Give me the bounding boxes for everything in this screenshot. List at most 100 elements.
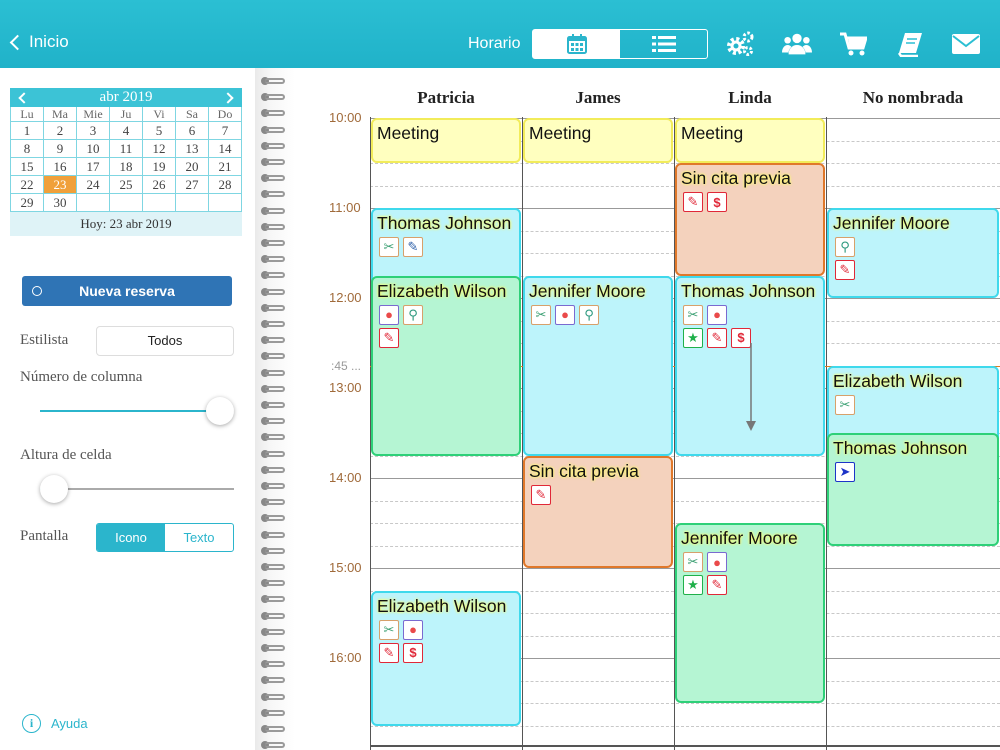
calendar-day[interactable]: 29 bbox=[11, 194, 44, 212]
calendar-day[interactable]: 6 bbox=[176, 122, 209, 140]
spiral-ring bbox=[261, 724, 285, 734]
calendar-day[interactable]: 19 bbox=[143, 158, 176, 176]
calendar-view-button[interactable] bbox=[533, 30, 620, 58]
settings-button[interactable] bbox=[725, 30, 755, 58]
new-booking-label: Nueva reserva bbox=[79, 283, 175, 299]
spiral-ring bbox=[261, 206, 285, 216]
stylist-select[interactable]: Todos bbox=[96, 326, 234, 356]
back-button[interactable]: Inicio bbox=[9, 32, 69, 52]
calendar-day[interactable]: 17 bbox=[77, 158, 110, 176]
appointment-card[interactable]: Sin cita previa ✎ bbox=[523, 455, 673, 568]
help-link[interactable]: i Ayuda bbox=[22, 714, 88, 733]
list-view-button[interactable] bbox=[620, 30, 707, 58]
list-icon bbox=[651, 36, 676, 52]
scissors-icon: ✂ bbox=[379, 237, 399, 257]
schedule-grid: Patricia James Linda No nombrada 10:00 11… bbox=[295, 68, 1000, 750]
spiral-binding bbox=[255, 68, 295, 750]
spiral-ring bbox=[261, 368, 285, 378]
calendar-day[interactable]: 12 bbox=[143, 140, 176, 158]
shop-button[interactable] bbox=[838, 30, 868, 58]
calendar-day[interactable]: 24 bbox=[77, 176, 110, 194]
appointment-icons: ✂ ● ⚲ bbox=[525, 302, 671, 325]
time-label: 11:00 bbox=[329, 200, 361, 215]
display-text-option[interactable]: Texto bbox=[165, 524, 233, 551]
appointment-card[interactable]: Elizabeth Wilson ✂ ● ✎ $ bbox=[371, 590, 521, 726]
calendar-day[interactable]: 13 bbox=[176, 140, 209, 158]
column-header-patricia[interactable]: Patricia bbox=[370, 88, 522, 108]
calendar-day[interactable]: 30 bbox=[44, 194, 77, 212]
display-icon-option[interactable]: Icono bbox=[97, 524, 165, 551]
records-button[interactable] bbox=[895, 30, 925, 58]
appointment-card[interactable]: Jennifer Moore ✂ ● ★ ✎ bbox=[675, 523, 825, 703]
today-label[interactable]: Hoy: 23 abr 2019 bbox=[10, 212, 242, 236]
spiral-ring bbox=[261, 384, 285, 394]
calendar-day[interactable]: 7 bbox=[209, 122, 242, 140]
calendar-day[interactable]: 23 bbox=[44, 176, 77, 194]
appointment-card[interactable]: Meeting bbox=[371, 118, 521, 163]
spiral-ring bbox=[261, 594, 285, 604]
top-bar: Inicio Horario bbox=[0, 0, 1000, 68]
cell-height-slider[interactable] bbox=[40, 475, 234, 503]
slider-knob[interactable] bbox=[206, 397, 234, 425]
mail-button[interactable] bbox=[951, 30, 981, 58]
appointment-card[interactable]: Meeting bbox=[675, 118, 825, 163]
prev-month-icon[interactable] bbox=[18, 91, 30, 104]
calendar-day[interactable]: 1 bbox=[11, 122, 44, 140]
appointment-title: Meeting bbox=[377, 123, 440, 143]
appointment-card[interactable]: Sin cita previa ✎ $ bbox=[675, 163, 825, 276]
appointment-card[interactable]: Meeting bbox=[523, 118, 673, 163]
ring-wire bbox=[265, 386, 285, 392]
ring-wire bbox=[265, 208, 285, 214]
calendar-day[interactable]: 3 bbox=[77, 122, 110, 140]
calendar-day[interactable]: 28 bbox=[209, 176, 242, 194]
calendar-day[interactable]: 21 bbox=[209, 158, 242, 176]
spiral-ring bbox=[261, 546, 285, 556]
time-label: 12:00 bbox=[329, 290, 362, 305]
drop-icon: ● bbox=[707, 304, 727, 325]
column-header-unnamed[interactable]: No nombrada bbox=[826, 88, 1000, 108]
calendar-day[interactable]: 4 bbox=[110, 122, 143, 140]
calendar-day[interactable]: 8 bbox=[11, 140, 44, 158]
calendar-day[interactable]: 20 bbox=[176, 158, 209, 176]
appointment-card[interactable]: Jennifer Moore ⚲ ✎ bbox=[827, 208, 999, 298]
calendar-day[interactable]: 25 bbox=[110, 176, 143, 194]
calendar-day[interactable]: 10 bbox=[77, 140, 110, 158]
appointment-card[interactable]: Thomas Johnson ➤ bbox=[827, 433, 999, 546]
ring-wire bbox=[265, 94, 285, 100]
calendar-day[interactable]: 14 bbox=[209, 140, 242, 158]
appointment-title: Thomas Johnson bbox=[833, 438, 968, 458]
calendar-day[interactable]: 2 bbox=[44, 122, 77, 140]
next-month-icon[interactable] bbox=[222, 91, 234, 104]
appointment-card[interactable]: Elizabeth Wilson ● ⚲ ✎ bbox=[371, 275, 521, 456]
slider-knob[interactable] bbox=[40, 475, 68, 503]
calendar-day[interactable]: 15 bbox=[11, 158, 44, 176]
appointment-title: Elizabeth Wilson bbox=[377, 280, 507, 301]
calendar-day[interactable]: 16 bbox=[44, 158, 77, 176]
ring-wire bbox=[265, 451, 285, 457]
ring-wire bbox=[265, 499, 285, 505]
ring-wire bbox=[265, 191, 285, 197]
calendar-day[interactable]: 18 bbox=[110, 158, 143, 176]
columns-slider[interactable] bbox=[40, 397, 234, 425]
calendar-day[interactable]: 26 bbox=[143, 176, 176, 194]
calendar-day[interactable]: 27 bbox=[176, 176, 209, 194]
ring-wire bbox=[265, 710, 285, 716]
users-icon bbox=[782, 33, 812, 55]
edit-icon: ✎ bbox=[683, 192, 703, 212]
calendar-day[interactable]: 11 bbox=[110, 140, 143, 158]
quarter-line bbox=[370, 725, 1000, 727]
column-header-linda[interactable]: Linda bbox=[674, 88, 826, 108]
ring-wire bbox=[265, 596, 285, 602]
spiral-ring bbox=[261, 351, 285, 361]
calendar-day[interactable]: 22 bbox=[11, 176, 44, 194]
calendar-day[interactable]: 5 bbox=[143, 122, 176, 140]
calendar-day[interactable]: 9 bbox=[44, 140, 77, 158]
staff-button[interactable] bbox=[782, 30, 812, 58]
column-header-james[interactable]: James bbox=[522, 88, 674, 108]
ring-wire bbox=[265, 256, 285, 262]
time-label: 10:00 bbox=[329, 110, 362, 125]
spiral-ring bbox=[261, 189, 285, 199]
appointment-card[interactable]: Jennifer Moore ✂ ● ⚲ bbox=[523, 275, 673, 456]
new-booking-button[interactable]: Nueva reserva bbox=[22, 276, 232, 306]
spiral-ring bbox=[261, 530, 285, 540]
